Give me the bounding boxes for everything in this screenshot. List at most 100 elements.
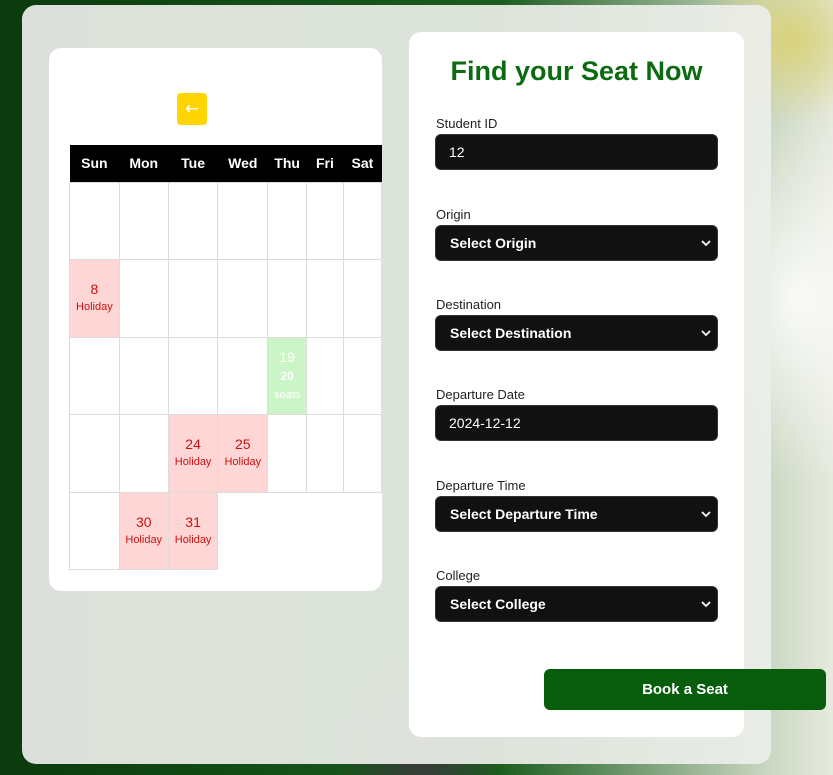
weekday-wed: Wed xyxy=(217,145,268,182)
origin-label: Origin xyxy=(436,207,471,222)
calendar-cell-empty xyxy=(267,414,308,493)
calendar-cell-empty xyxy=(217,181,269,260)
seat-count: 20 xyxy=(356,292,368,304)
calendar-week-row: 19 20 seats 21 20 seats xyxy=(69,336,382,415)
weekday-fri: Fri xyxy=(306,145,344,182)
chevron-down-icon xyxy=(701,330,711,337)
calendar-cell-empty xyxy=(167,336,219,415)
calendar-day-14[interactable]: 14 20 seats xyxy=(342,259,382,338)
day-number: 25 xyxy=(235,436,251,453)
calendar-cell-empty xyxy=(167,181,219,260)
departure-date-label: Departure Date xyxy=(436,387,525,402)
weekday-sat: Sat xyxy=(343,145,382,182)
holiday-label: Holiday xyxy=(174,533,212,546)
weekday-header-row: Sun Mon Tue Wed Thu Fri Sat xyxy=(69,145,382,182)
weekday-mon: Mon xyxy=(119,145,169,182)
calendar-cell-empty xyxy=(118,336,169,415)
calendar-cell-empty xyxy=(118,259,169,338)
seat-count: 20 xyxy=(356,447,368,459)
calendar-cell-empty xyxy=(167,259,219,338)
calendar-day-30[interactable]: 30 Holiday xyxy=(118,491,169,570)
holiday-label: Holiday xyxy=(174,456,212,469)
college-selected-value: Select College xyxy=(450,596,546,612)
calendar-week-row: 30 Holiday 31 Holiday xyxy=(69,491,382,570)
calendar-week-row: 8 Holiday 14 20 seats xyxy=(69,259,382,338)
form-title: Find your Seat Now xyxy=(450,56,703,86)
calendar-cell-empty xyxy=(118,181,169,260)
seat-label: seats xyxy=(350,232,375,244)
calendar-cell-empty xyxy=(306,414,344,493)
calendar-cell-blank xyxy=(343,492,381,570)
day-number: 31 xyxy=(185,513,201,530)
calendar-day-19[interactable]: 19 20 seats xyxy=(267,336,308,415)
seat-count: 20 xyxy=(356,369,368,381)
day-number: 30 xyxy=(135,513,152,530)
calendar-day-24[interactable]: 24 Holiday xyxy=(167,414,219,493)
destination-select[interactable]: Select Destination xyxy=(435,315,718,351)
calendar-cell-blank xyxy=(307,492,344,570)
departure-time-selected-value: Select Departure Time xyxy=(450,506,598,522)
calendar-day-31[interactable]: 31 Holiday xyxy=(167,491,219,570)
seat-label: seats xyxy=(350,310,375,322)
student-id-value: 12 xyxy=(449,144,465,160)
weekday-sun: Sun xyxy=(69,145,120,182)
calendar-cell-empty xyxy=(267,181,308,260)
destination-selected-value: Select Destination xyxy=(450,325,572,341)
day-number: 28 xyxy=(354,427,371,444)
calendar-day-8[interactable]: 8 Holiday xyxy=(69,259,120,338)
day-number: 8 xyxy=(90,281,99,298)
seat-label: seats xyxy=(350,387,375,399)
origin-select[interactable]: Select Origin xyxy=(435,225,718,261)
calendar-cell-empty xyxy=(69,491,120,570)
holiday-label: Holiday xyxy=(224,456,262,469)
calendar-week-row: 7 20 seats xyxy=(69,181,382,260)
day-number: 14 xyxy=(354,272,371,289)
seat-count: 20 xyxy=(356,214,368,226)
destination-label: Destination xyxy=(436,297,502,312)
calendar-cell-empty xyxy=(69,181,120,260)
calendar-day-25[interactable]: 25 Holiday xyxy=(217,414,269,493)
seat-label: seats xyxy=(350,465,375,477)
calendar-cell-empty xyxy=(306,181,344,260)
weekday-thu: Thu xyxy=(267,145,307,182)
chevron-down-icon xyxy=(701,511,711,518)
student-id-input[interactable]: 12 xyxy=(435,134,718,170)
calendar-day-21[interactable]: 21 20 seats xyxy=(342,336,382,415)
holiday-label: Holiday xyxy=(125,533,163,546)
college-select[interactable]: Select College xyxy=(435,586,718,622)
calendar-cell-empty xyxy=(69,414,120,493)
calendar-week-row: 24 Holiday 25 Holiday 28 20 seats xyxy=(69,414,382,493)
calendar-day-7[interactable]: 7 20 seats xyxy=(342,181,382,260)
calendar-cell-blank xyxy=(218,492,268,570)
calendar-prev-button[interactable]: ← xyxy=(177,93,207,125)
day-number: 7 xyxy=(358,194,367,211)
chevron-down-icon xyxy=(701,240,711,247)
calendar-cell-empty xyxy=(306,259,344,338)
departure-date-value: 2024-12-12 xyxy=(449,415,521,431)
student-id-label: Student ID xyxy=(436,116,498,131)
holiday-label: Holiday xyxy=(76,301,113,314)
seat-count: 20 xyxy=(280,368,294,383)
departure-time-select[interactable]: Select Departure Time xyxy=(435,496,718,532)
calendar-card: ← Sun Mon Tue Wed Thu Fri Sat 7 20 seats… xyxy=(49,48,382,591)
college-label: College xyxy=(436,568,481,583)
calendar-cell-empty xyxy=(118,414,169,493)
calendar-day-28[interactable]: 28 20 seats xyxy=(342,414,382,493)
book-seat-button[interactable]: Book a Seat xyxy=(544,669,826,710)
calendar-cell-empty xyxy=(217,336,269,415)
calendar-cell-blank xyxy=(268,492,307,570)
calendar-cell-empty xyxy=(69,336,120,415)
arrow-left-icon: ← xyxy=(184,99,200,119)
weekday-tue: Tue xyxy=(168,145,218,182)
day-number: 21 xyxy=(354,349,371,366)
origin-selected-value: Select Origin xyxy=(450,235,537,251)
departure-time-label: Departure Time xyxy=(436,478,526,493)
day-number: 24 xyxy=(185,436,201,453)
departure-date-input[interactable]: 2024-12-12 xyxy=(435,405,718,441)
calendar-grid: Sun Mon Tue Wed Thu Fri Sat 7 20 seats 8… xyxy=(69,145,382,570)
calendar-cell-empty xyxy=(217,259,269,338)
day-number: 19 xyxy=(279,348,295,365)
calendar-cell-empty xyxy=(306,336,344,415)
calendar-cell-empty xyxy=(267,259,308,338)
chevron-down-icon xyxy=(701,601,711,608)
